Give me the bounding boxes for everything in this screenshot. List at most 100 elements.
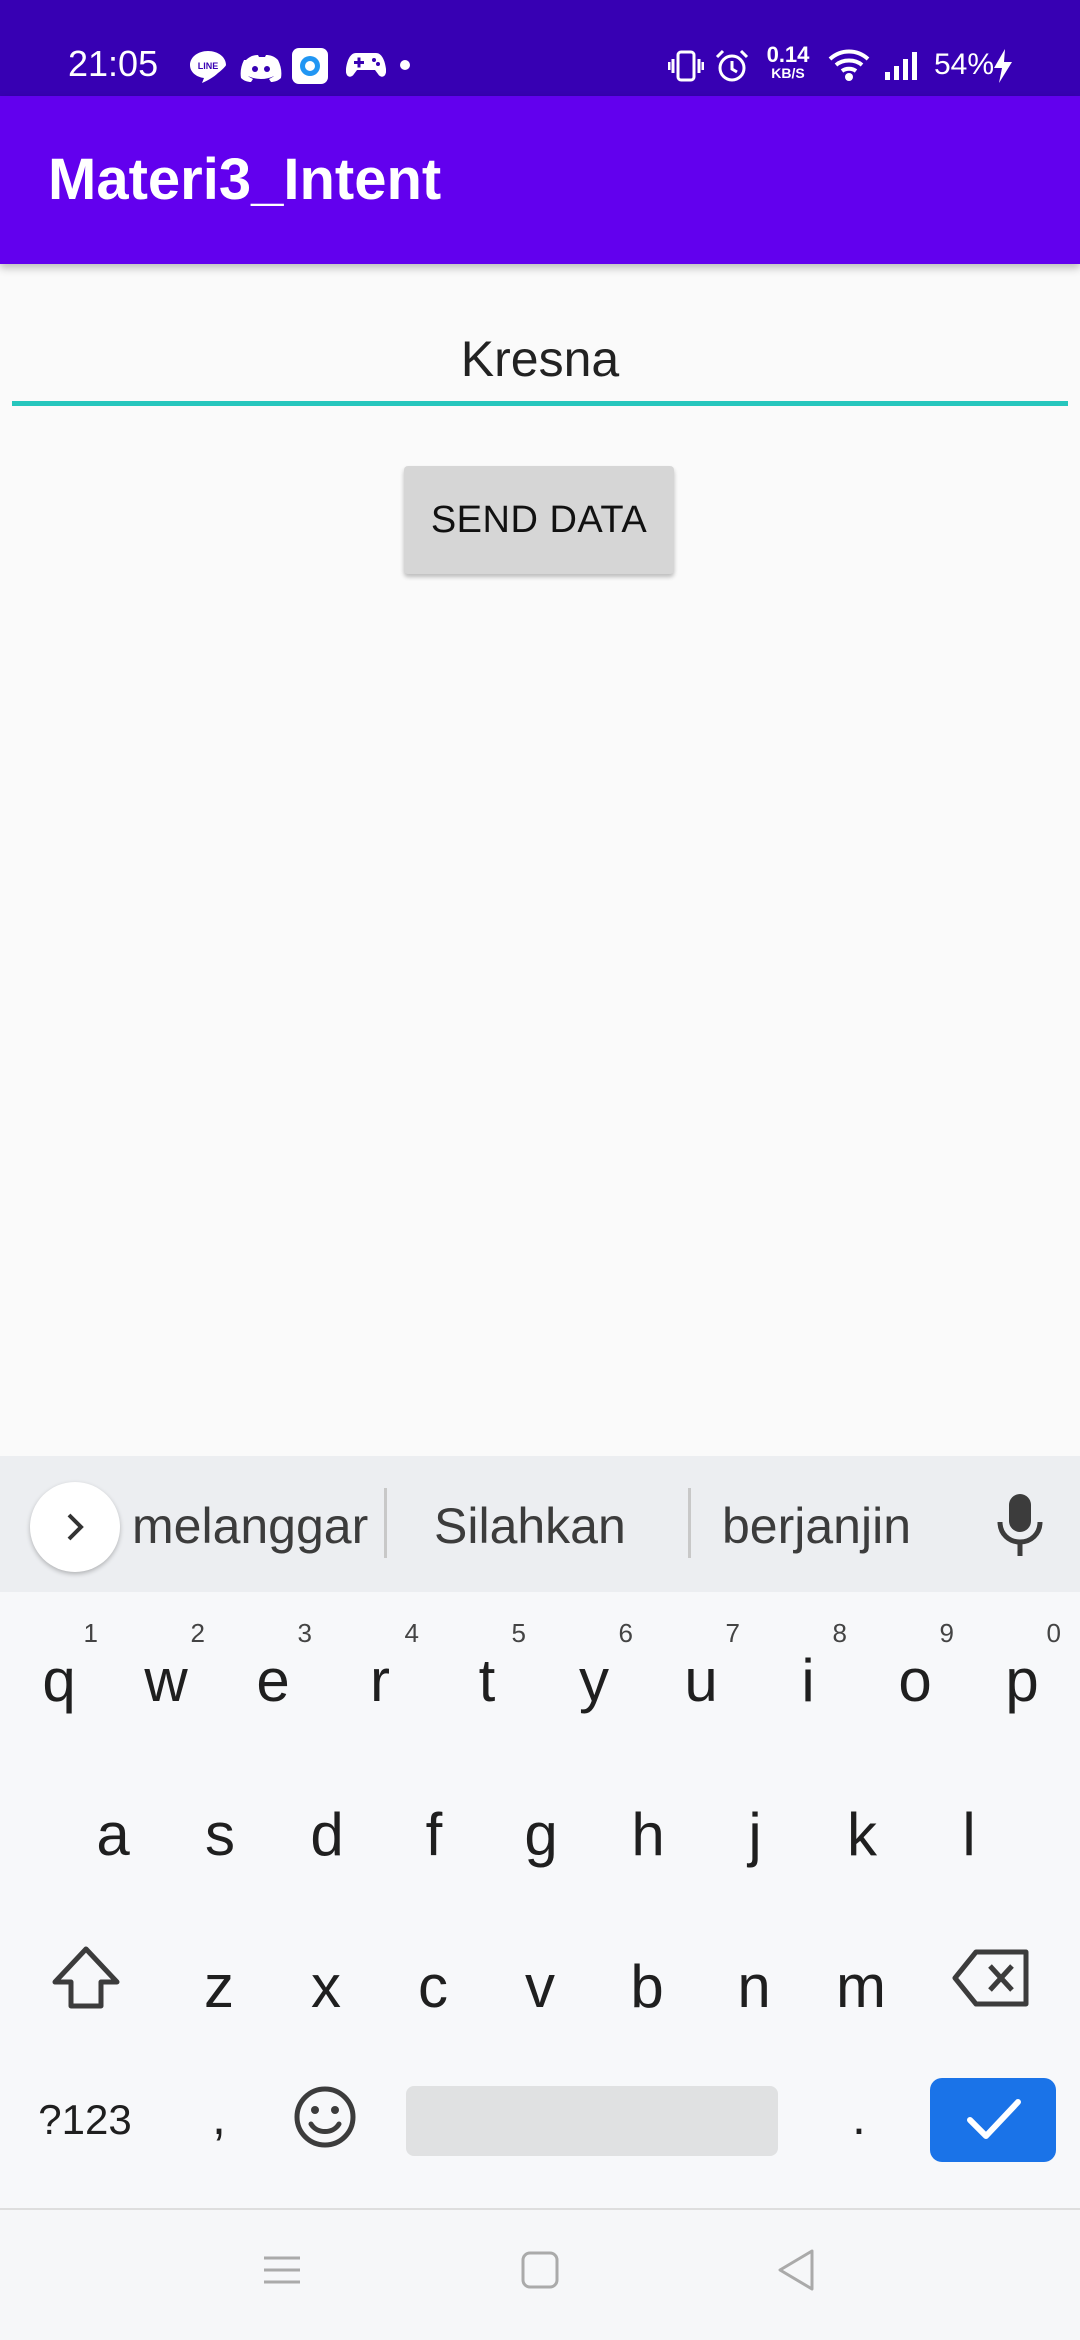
key-label: u <box>684 1647 718 1714</box>
key-label: z <box>204 1953 234 2020</box>
key-hint-number: 1 <box>83 1618 98 1648</box>
charging-icon <box>994 49 1012 83</box>
network-speed: 0.14 KB/S <box>762 44 814 82</box>
gamepad-icon <box>346 53 386 77</box>
key-label: f <box>425 1801 443 1868</box>
key-d[interactable]: d <box>282 1770 372 1890</box>
key-g[interactable]: g <box>496 1770 586 1890</box>
browser-icon <box>292 48 328 84</box>
key-label: r <box>370 1647 390 1714</box>
alarm-icon <box>715 49 749 82</box>
key-n[interactable]: n <box>709 1922 799 2042</box>
emoji-icon[interactable] <box>292 2084 358 2150</box>
key-k[interactable]: k <box>817 1770 907 1890</box>
key-m[interactable]: m <box>816 1922 906 2042</box>
key-hint-number: 2 <box>190 1618 205 1648</box>
suggestion-1[interactable]: melanggar <box>132 1496 368 1556</box>
done-button[interactable] <box>930 2078 1056 2162</box>
key-label: m <box>836 1953 886 2020</box>
key-h[interactable]: h <box>603 1770 693 1890</box>
key-x[interactable]: x <box>281 1922 371 2042</box>
key-i[interactable]: i8 <box>763 1616 853 1736</box>
back-icon[interactable] <box>776 2248 816 2292</box>
key-s[interactable]: s <box>175 1770 265 1890</box>
key-label: o <box>898 1647 932 1714</box>
check-icon <box>967 2099 1021 2139</box>
key-hint-number: 3 <box>297 1618 312 1648</box>
key-label: l <box>962 1801 976 1868</box>
key-label: a <box>96 1801 130 1868</box>
key-hint-number: 6 <box>618 1618 633 1648</box>
key-label: k <box>847 1801 877 1868</box>
navigation-bar <box>0 2208 1080 2340</box>
key-label: d <box>310 1801 344 1868</box>
key-j[interactable]: j <box>710 1770 800 1890</box>
key-r[interactable]: r4 <box>335 1616 425 1736</box>
status-time: 21:05 <box>68 43 159 84</box>
name-input[interactable] <box>12 316 1068 406</box>
key-label: y <box>579 1647 609 1714</box>
suggestion-3[interactable]: berjanjin <box>722 1496 911 1556</box>
period-key-label: . <box>852 2089 866 2145</box>
vibrate-icon <box>668 50 704 82</box>
key-label: b <box>630 1953 664 2020</box>
key-hint-number: 7 <box>725 1618 740 1648</box>
shift-icon[interactable] <box>50 1944 122 2014</box>
backspace-icon[interactable] <box>952 1946 1032 2010</box>
key-label: e <box>256 1647 290 1714</box>
microphone-icon[interactable] <box>990 1490 1050 1562</box>
key-b[interactable]: b <box>602 1922 692 2042</box>
screen: 21:05 LINE 0.14 KB/S 54% Materi3_Intent … <box>0 0 1080 2340</box>
expand-toolbar-button[interactable] <box>30 1482 120 1572</box>
home-icon[interactable] <box>520 2250 560 2290</box>
key-v[interactable]: v <box>495 1922 585 2042</box>
suggestion-divider <box>688 1488 691 1558</box>
key-label: p <box>1005 1647 1039 1714</box>
menu-icon[interactable] <box>262 2250 302 2290</box>
send-data-button[interactable]: SEND DATA <box>404 466 674 574</box>
more-dot-icon <box>400 60 410 70</box>
key-label: v <box>525 1953 555 2020</box>
symbols-key[interactable]: ?123 <box>20 2090 150 2150</box>
signal-icon <box>885 52 917 80</box>
key-label: c <box>418 1953 448 2020</box>
svg-text:LINE: LINE <box>198 61 219 71</box>
key-t[interactable]: t5 <box>442 1616 532 1736</box>
key-u[interactable]: u7 <box>656 1616 746 1736</box>
key-label: i <box>801 1647 815 1714</box>
space-key[interactable] <box>406 2086 778 2156</box>
key-l[interactable]: l <box>924 1770 1014 1890</box>
comma-key[interactable]: , <box>174 2052 264 2172</box>
discord-icon <box>240 55 282 82</box>
key-label: j <box>748 1801 762 1868</box>
key-label: x <box>311 1953 341 2020</box>
key-label: q <box>42 1647 76 1714</box>
key-hint-number: 0 <box>1046 1618 1061 1648</box>
comma-key-label: , <box>212 2089 226 2145</box>
suggestion-strip: melanggar Silahkan berjanjin <box>0 1456 1080 1592</box>
key-hint-number: 5 <box>511 1618 526 1648</box>
period-key[interactable]: . <box>814 2052 904 2172</box>
suggestion-2[interactable]: Silahkan <box>434 1496 626 1556</box>
key-y[interactable]: y6 <box>549 1616 639 1736</box>
key-w[interactable]: w2 <box>121 1616 211 1736</box>
key-label: s <box>205 1801 235 1868</box>
key-p[interactable]: p0 <box>977 1616 1067 1736</box>
chevron-right-icon <box>67 1513 84 1541</box>
key-hint-number: 4 <box>404 1618 419 1648</box>
wifi-icon <box>828 49 870 81</box>
key-c[interactable]: c <box>388 1922 478 2042</box>
key-z[interactable]: z <box>174 1922 264 2042</box>
suggestion-divider <box>384 1488 387 1558</box>
key-q[interactable]: q1 <box>14 1616 104 1736</box>
key-label: h <box>631 1801 665 1868</box>
key-f[interactable]: f <box>389 1770 479 1890</box>
key-hint-number: 9 <box>939 1618 954 1648</box>
key-label: w <box>144 1647 188 1714</box>
status-bar: 21:05 LINE 0.14 KB/S 54% <box>0 0 1080 96</box>
key-a[interactable]: a <box>68 1770 158 1890</box>
app-bar: Materi3_Intent <box>0 96 1080 264</box>
key-o[interactable]: o9 <box>870 1616 960 1736</box>
key-label: g <box>524 1801 558 1868</box>
key-e[interactable]: e3 <box>228 1616 318 1736</box>
